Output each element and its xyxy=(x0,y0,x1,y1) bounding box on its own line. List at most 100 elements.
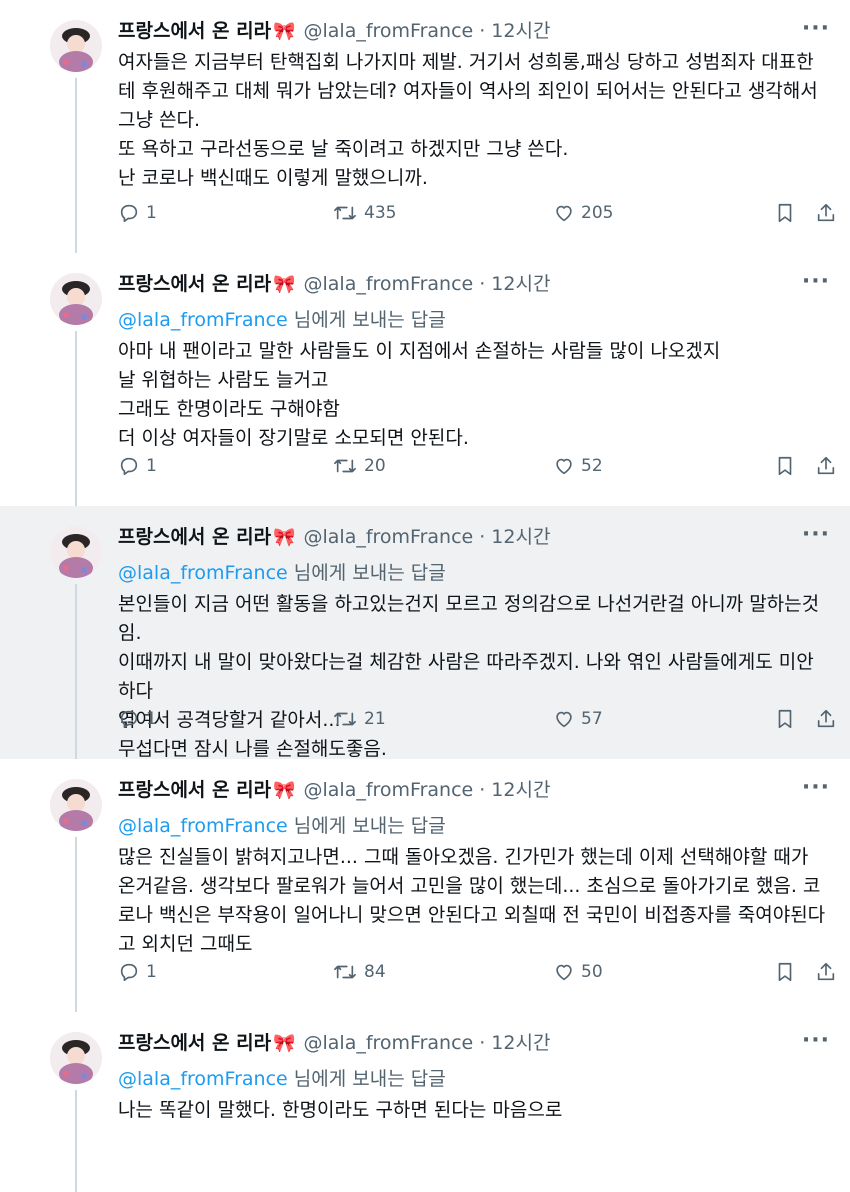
like-count: 57 xyxy=(581,709,603,729)
like-count: 205 xyxy=(581,203,614,223)
reply-to-line: @lala_fromFrance 님에게 보내는 답글 xyxy=(118,558,446,585)
retweet-icon xyxy=(334,206,356,220)
author-name[interactable]: 프랑스에서 온 리라 xyxy=(118,526,271,548)
retweet-count: 435 xyxy=(364,203,397,223)
reply-icon xyxy=(120,710,138,729)
bookmark-button[interactable] xyxy=(774,961,802,983)
separator-dot: · xyxy=(479,20,486,42)
avatar[interactable] xyxy=(50,779,102,831)
retweet-button[interactable]: 435 xyxy=(332,202,396,224)
like-icon xyxy=(556,205,572,222)
tweet-2[interactable]: 프랑스에서 온 리라 🎀 @lala_fromFrance · 12시간 ··· @la… xyxy=(0,506,850,760)
mention-link[interactable]: @lala_fromFrance xyxy=(118,1068,288,1090)
share-icon xyxy=(817,456,835,475)
reply-count: 1 xyxy=(146,456,157,476)
tweet-1[interactable]: 프랑스에서 온 리라 🎀 @lala_fromFrance · 12시간 ··· @la… xyxy=(0,253,850,506)
timestamp[interactable]: 12시간 xyxy=(491,779,550,801)
reply-button[interactable]: 1 xyxy=(118,455,157,477)
like-button[interactable]: 57 xyxy=(553,708,603,730)
tweet-header: 프랑스에서 온 리라 🎀 @lala_fromFrance · 12시간 ··· xyxy=(118,522,830,558)
reply-thread: 프랑스에서 온 리라 🎀 @lala_fromFrance · 12시간 ··· 여자들… xyxy=(0,0,850,1192)
reply-button[interactable]: 1 xyxy=(118,961,157,983)
tweet-3[interactable]: 프랑스에서 온 리라 🎀 @lala_fromFrance · 12시간 ··· @la… xyxy=(0,759,850,1012)
author-handle[interactable]: @lala_fromFrance xyxy=(304,273,474,295)
author-name[interactable]: 프랑스에서 온 리라 xyxy=(118,1032,271,1054)
retweet-button[interactable]: 84 xyxy=(332,961,386,983)
tweet-text: 나는 똑같이 말했다. 한명이라도 구하면 된다는 마음으로 xyxy=(118,1099,563,1121)
ribbon-emoji: 🎀 xyxy=(273,21,296,42)
reply-icon xyxy=(120,457,138,476)
thread-line xyxy=(75,584,77,759)
retweet-button[interactable]: 20 xyxy=(332,455,386,477)
share-button[interactable] xyxy=(815,961,843,983)
thread-line xyxy=(75,837,77,1012)
retweet-count: 20 xyxy=(364,456,386,476)
share-button[interactable] xyxy=(815,202,843,224)
more-icon[interactable]: ··· xyxy=(802,522,830,547)
mention-link[interactable]: @lala_fromFrance xyxy=(118,815,288,837)
more-icon[interactable]: ··· xyxy=(802,775,830,800)
retweet-icon xyxy=(334,965,356,979)
reply-button[interactable]: 1 xyxy=(118,708,157,730)
tweet-text: 여자들은 지금부터 탄핵집회 나가지마 제발. 거기서 성희롱,패싱 당하고 성… xyxy=(118,51,818,189)
avatar[interactable] xyxy=(50,20,102,72)
ribbon-emoji: 🎀 xyxy=(273,274,296,295)
like-button[interactable]: 50 xyxy=(553,961,603,983)
author-handle[interactable]: @lala_fromFrance xyxy=(304,526,474,548)
author-name[interactable]: 프랑스에서 온 리라 xyxy=(118,273,271,295)
bookmark-button[interactable] xyxy=(774,202,802,224)
author-name[interactable]: 프랑스에서 온 리라 xyxy=(118,779,271,801)
share-button[interactable] xyxy=(815,708,843,730)
retweet-count: 21 xyxy=(364,709,386,729)
reply-icon xyxy=(120,963,138,982)
reply-count: 1 xyxy=(146,709,157,729)
share-icon xyxy=(817,203,835,222)
timestamp[interactable]: 12시간 xyxy=(491,273,550,295)
bookmark-button[interactable] xyxy=(774,455,802,477)
like-button[interactable]: 205 xyxy=(553,202,613,224)
tweet-header: 프랑스에서 온 리라 🎀 @lala_fromFrance · 12시간 ··· xyxy=(118,16,830,52)
author-handle[interactable]: @lala_fromFrance xyxy=(304,20,474,42)
author-handle[interactable]: @lala_fromFrance xyxy=(304,1032,474,1054)
more-icon[interactable]: ··· xyxy=(802,1028,830,1053)
author-handle[interactable]: @lala_fromFrance xyxy=(304,779,474,801)
reply-to-line: @lala_fromFrance 님에게 보내는 답글 xyxy=(118,811,446,838)
reply-count: 1 xyxy=(146,962,157,982)
tweet-header: 프랑스에서 온 리라 🎀 @lala_fromFrance · 12시간 ··· xyxy=(118,775,830,811)
separator-dot: · xyxy=(479,526,486,548)
avatar[interactable] xyxy=(50,526,102,578)
tweet-header: 프랑스에서 온 리라 🎀 @lala_fromFrance · 12시간 ··· xyxy=(118,1028,830,1064)
separator-dot: · xyxy=(479,779,486,801)
bookmark-button[interactable] xyxy=(774,708,802,730)
separator-dot: · xyxy=(479,1032,486,1054)
tweet-actions: 1 435 205 xyxy=(118,202,835,228)
ribbon-emoji: 🎀 xyxy=(273,1033,296,1054)
tweet-0[interactable]: 프랑스에서 온 리라 🎀 @lala_fromFrance · 12시간 ··· 여자들… xyxy=(0,0,850,253)
more-icon[interactable]: ··· xyxy=(802,16,830,41)
retweet-count: 84 xyxy=(364,962,386,982)
timestamp[interactable]: 12시간 xyxy=(491,20,550,42)
timestamp[interactable]: 12시간 xyxy=(491,1032,550,1054)
separator-dot: · xyxy=(479,273,486,295)
thread-line xyxy=(75,78,77,253)
ribbon-emoji: 🎀 xyxy=(273,527,296,548)
like-button[interactable]: 52 xyxy=(553,455,603,477)
thread-line xyxy=(75,1090,77,1192)
avatar[interactable] xyxy=(50,1032,102,1084)
timestamp[interactable]: 12시간 xyxy=(491,526,550,548)
retweet-button[interactable]: 21 xyxy=(332,708,386,730)
mention-link[interactable]: @lala_fromFrance xyxy=(118,309,288,331)
reply-button[interactable]: 1 xyxy=(118,202,157,224)
more-icon[interactable]: ··· xyxy=(802,269,830,294)
avatar[interactable] xyxy=(50,273,102,325)
author-name[interactable]: 프랑스에서 온 리라 xyxy=(118,20,271,42)
reply-count: 1 xyxy=(146,203,157,223)
reply-to-suffix: 님에게 보내는 답글 xyxy=(287,1068,446,1090)
like-count: 50 xyxy=(581,962,603,982)
tweet-4[interactable]: 프랑스에서 온 리라 🎀 @lala_fromFrance · 12시간 ··· @la… xyxy=(0,1012,850,1192)
bookmark-icon xyxy=(778,456,792,476)
mention-link[interactable]: @lala_fromFrance xyxy=(118,562,288,584)
share-button[interactable] xyxy=(815,455,843,477)
bookmark-icon xyxy=(778,962,792,982)
like-icon xyxy=(556,964,572,981)
